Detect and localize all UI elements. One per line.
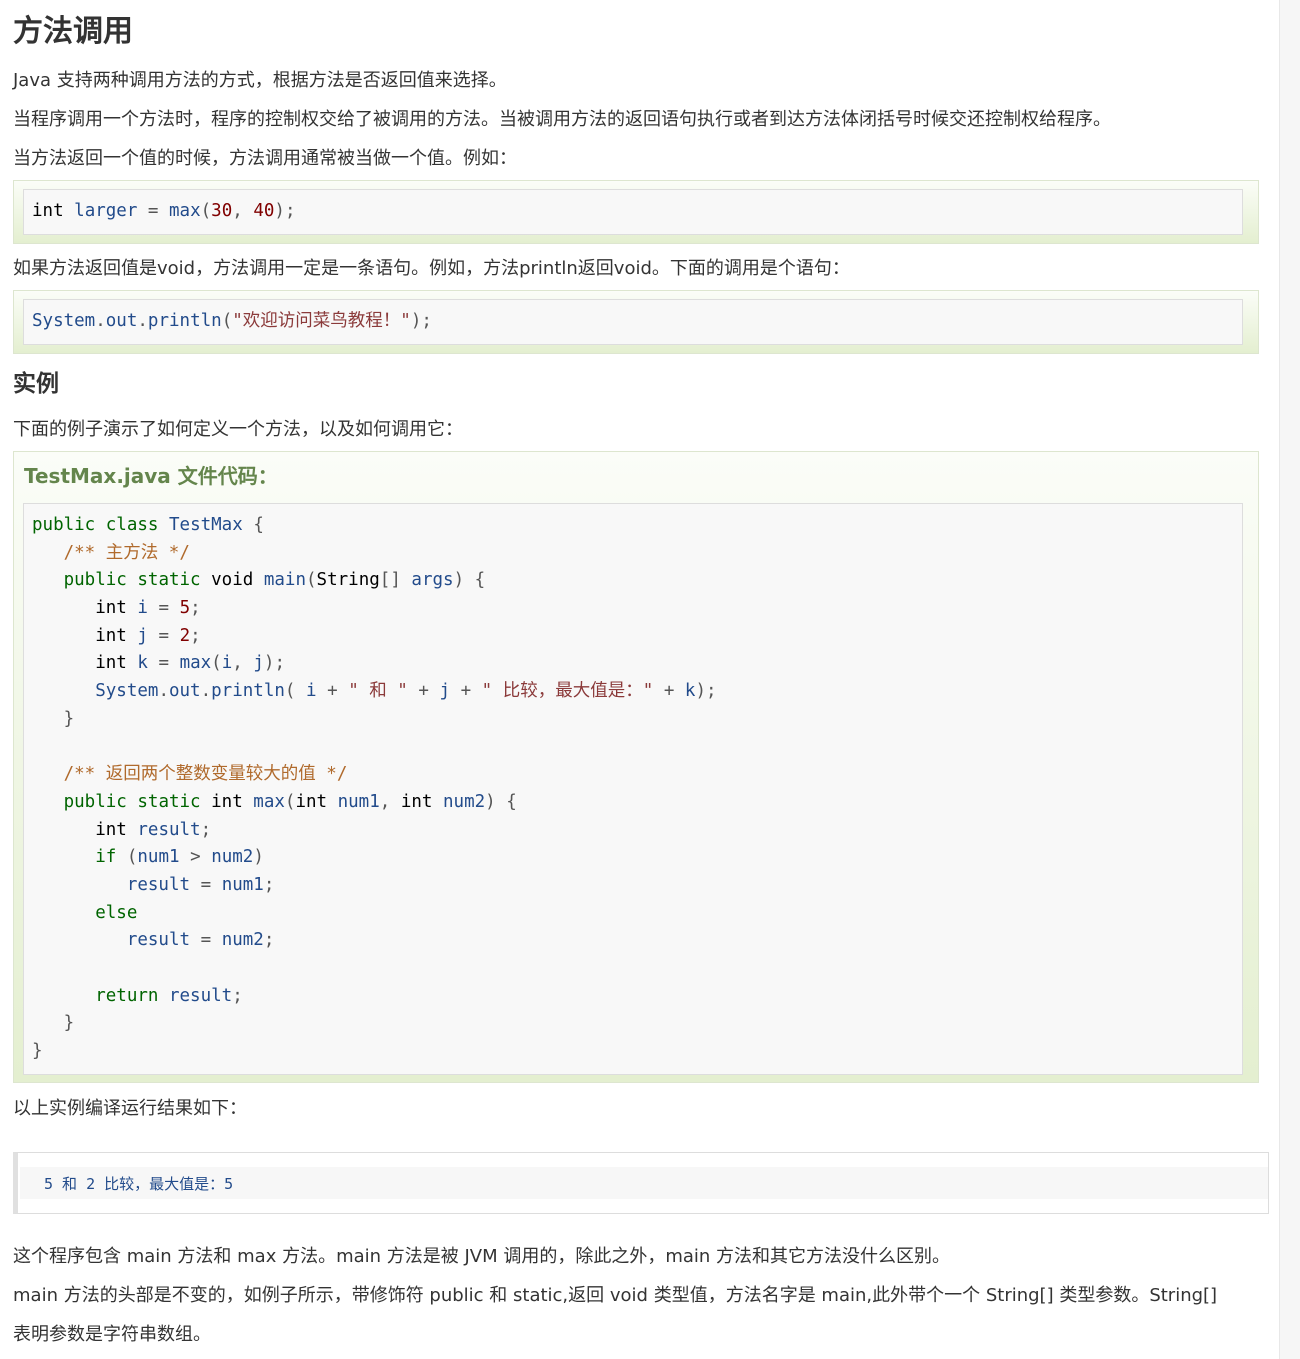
code-snippet-2: System.out.println("欢迎访问菜鸟教程！"); bbox=[23, 299, 1243, 345]
example-intro: 下面的例子演示了如何定义一个方法，以及如何调用它： bbox=[13, 419, 463, 440]
token: 40 bbox=[253, 201, 275, 221]
token: ); bbox=[410, 311, 432, 331]
code-line: int j = 2; bbox=[95, 625, 201, 646]
example-code-box: public class TestMax { /** 主方法 */ public… bbox=[23, 503, 1243, 1075]
code-line: int k = max(i, j); bbox=[95, 653, 285, 674]
code-line: } bbox=[32, 1041, 43, 1062]
code-line: if (num1 > num2) bbox=[95, 847, 264, 868]
token: ); bbox=[274, 201, 296, 221]
closing-paragraph-3: 表明参数是字符串数组。 bbox=[13, 1324, 211, 1345]
token: "欢迎访问菜鸟教程！" bbox=[232, 311, 411, 331]
code-snippet-block-2: System.out.println("欢迎访问菜鸟教程！"); bbox=[13, 290, 1259, 354]
intro-paragraph-3: 当方法返回一个值的时候，方法调用通常被当做一个值。例如： bbox=[13, 148, 517, 169]
code-line: int result; bbox=[95, 819, 212, 840]
token: int bbox=[32, 201, 64, 221]
code-line: public class TestMax { bbox=[32, 515, 264, 535]
example-block: TestMax.java 文件代码： public class TestMax … bbox=[13, 451, 1259, 1083]
code-line: public static int max(int num1, int num2… bbox=[63, 791, 517, 812]
intro-paragraph-2: 当程序调用一个方法时，程序的控制权交给了被调用的方法。当被调用方法的返回语句执行… bbox=[13, 109, 1111, 130]
output-block: 5 和 2 比较，最大值是：5 bbox=[13, 1152, 1269, 1214]
section-heading-example: 实例 bbox=[13, 371, 59, 397]
code-line: } bbox=[63, 708, 75, 729]
output-line-background: 5 和 2 比较，最大值是：5 bbox=[20, 1167, 1268, 1199]
code-snippet-block-1: int larger = max(30, 40); bbox=[13, 180, 1259, 244]
code-line: } bbox=[63, 1013, 75, 1034]
intro-paragraph-1: Java 支持两种调用方法的方式，根据方法是否返回值来选择。 bbox=[13, 70, 507, 91]
token: ( bbox=[200, 201, 212, 221]
token: = bbox=[147, 201, 159, 221]
code-snippet-2-text: System.out.println("欢迎访问菜鸟教程！"); bbox=[32, 308, 432, 336]
closing-paragraph-1: 这个程序包含 main 方法和 max 方法。main 方法是被 JVM 调用的… bbox=[13, 1246, 951, 1267]
example-code: public class TestMax { /** 主方法 */ public… bbox=[32, 512, 717, 1066]
result-intro: 以上实例编译运行结果如下： bbox=[13, 1098, 247, 1119]
token: 30 bbox=[211, 201, 233, 221]
code-line: else bbox=[95, 902, 138, 923]
closing-paragraph-2: main 方法的头部是不变的，如例子所示，带修饰符 public 和 stati… bbox=[13, 1285, 1218, 1306]
code-line: System.out.println( i + " 和 " + j + " 比较… bbox=[95, 681, 717, 702]
token: . bbox=[137, 311, 148, 331]
code-line: public static void main(String[] args) { bbox=[63, 570, 486, 591]
code-line: result = num1; bbox=[126, 874, 275, 895]
example-title: TestMax.java 文件代码： bbox=[24, 464, 278, 488]
output-text: 5 和 2 比较，最大值是：5 bbox=[44, 1175, 234, 1193]
token: System bbox=[32, 311, 96, 331]
void-note: 如果方法返回值是void，方法调用一定是一条语句。例如，方法println返回v… bbox=[13, 258, 850, 279]
page-title: 方法调用 bbox=[13, 14, 133, 49]
code-snippet-1-text: int larger = max(30, 40); bbox=[32, 198, 296, 226]
token: out bbox=[105, 311, 138, 331]
code-line: return result; bbox=[95, 985, 243, 1006]
token: max bbox=[169, 201, 201, 221]
code-line: result = num2; bbox=[126, 930, 275, 951]
scrollbar-track[interactable] bbox=[1279, 0, 1300, 1359]
token: ( bbox=[221, 311, 233, 331]
code-line: ​ bbox=[32, 955, 717, 983]
token: , bbox=[232, 201, 243, 221]
code-line: int i = 5; bbox=[95, 598, 201, 619]
code-line: /** 返回两个整数变量较大的值 */ bbox=[63, 764, 348, 785]
code-line: /** 主方法 */ bbox=[63, 542, 190, 563]
token: . bbox=[95, 311, 106, 331]
token: println bbox=[147, 311, 222, 331]
code-line: ​ bbox=[32, 734, 717, 762]
token: larger bbox=[74, 201, 138, 221]
code-snippet-1: int larger = max(30, 40); bbox=[23, 189, 1243, 235]
